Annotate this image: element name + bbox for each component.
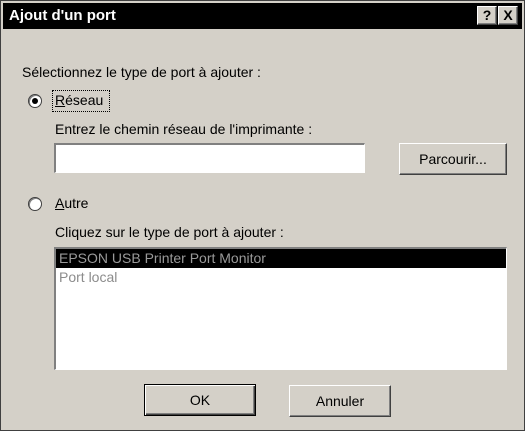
network-path-input[interactable] [54, 143, 365, 173]
other-radio-label[interactable]: Autre [55, 195, 88, 211]
prompt-label: Sélectionnez le type de port à ajouter : [22, 64, 261, 80]
close-button[interactable]: X [498, 6, 518, 25]
browse-button-label: Parcourir... [419, 151, 487, 167]
network-path-label: Entrez le chemin réseau de l'imprimante … [55, 121, 313, 137]
cancel-button[interactable]: Annuler [289, 385, 391, 417]
browse-button[interactable]: Parcourir... [399, 143, 507, 175]
network-radio[interactable] [28, 94, 42, 108]
port-type-listbox[interactable]: EPSON USB Printer Port Monitor Port loca… [54, 247, 507, 370]
add-port-dialog: Ajout d'un port ? X Sélectionnez le type… [0, 0, 525, 431]
port-type-list-label: Cliquez sur le type de port à ajouter : [55, 224, 284, 240]
network-radio-label[interactable]: Réseau [55, 92, 103, 108]
other-radio[interactable] [28, 197, 42, 211]
window-title: Ajout d'un port [9, 7, 116, 24]
title-bar[interactable]: Ajout d'un port ? X [3, 3, 522, 29]
help-button[interactable]: ? [477, 6, 497, 25]
list-item-label: Port local [59, 269, 118, 285]
list-item[interactable]: EPSON USB Printer Port Monitor [56, 249, 506, 268]
list-item[interactable]: Port local [56, 268, 506, 287]
ok-button[interactable]: OK [144, 384, 256, 416]
list-item-label: EPSON USB Printer Port Monitor [59, 250, 266, 266]
